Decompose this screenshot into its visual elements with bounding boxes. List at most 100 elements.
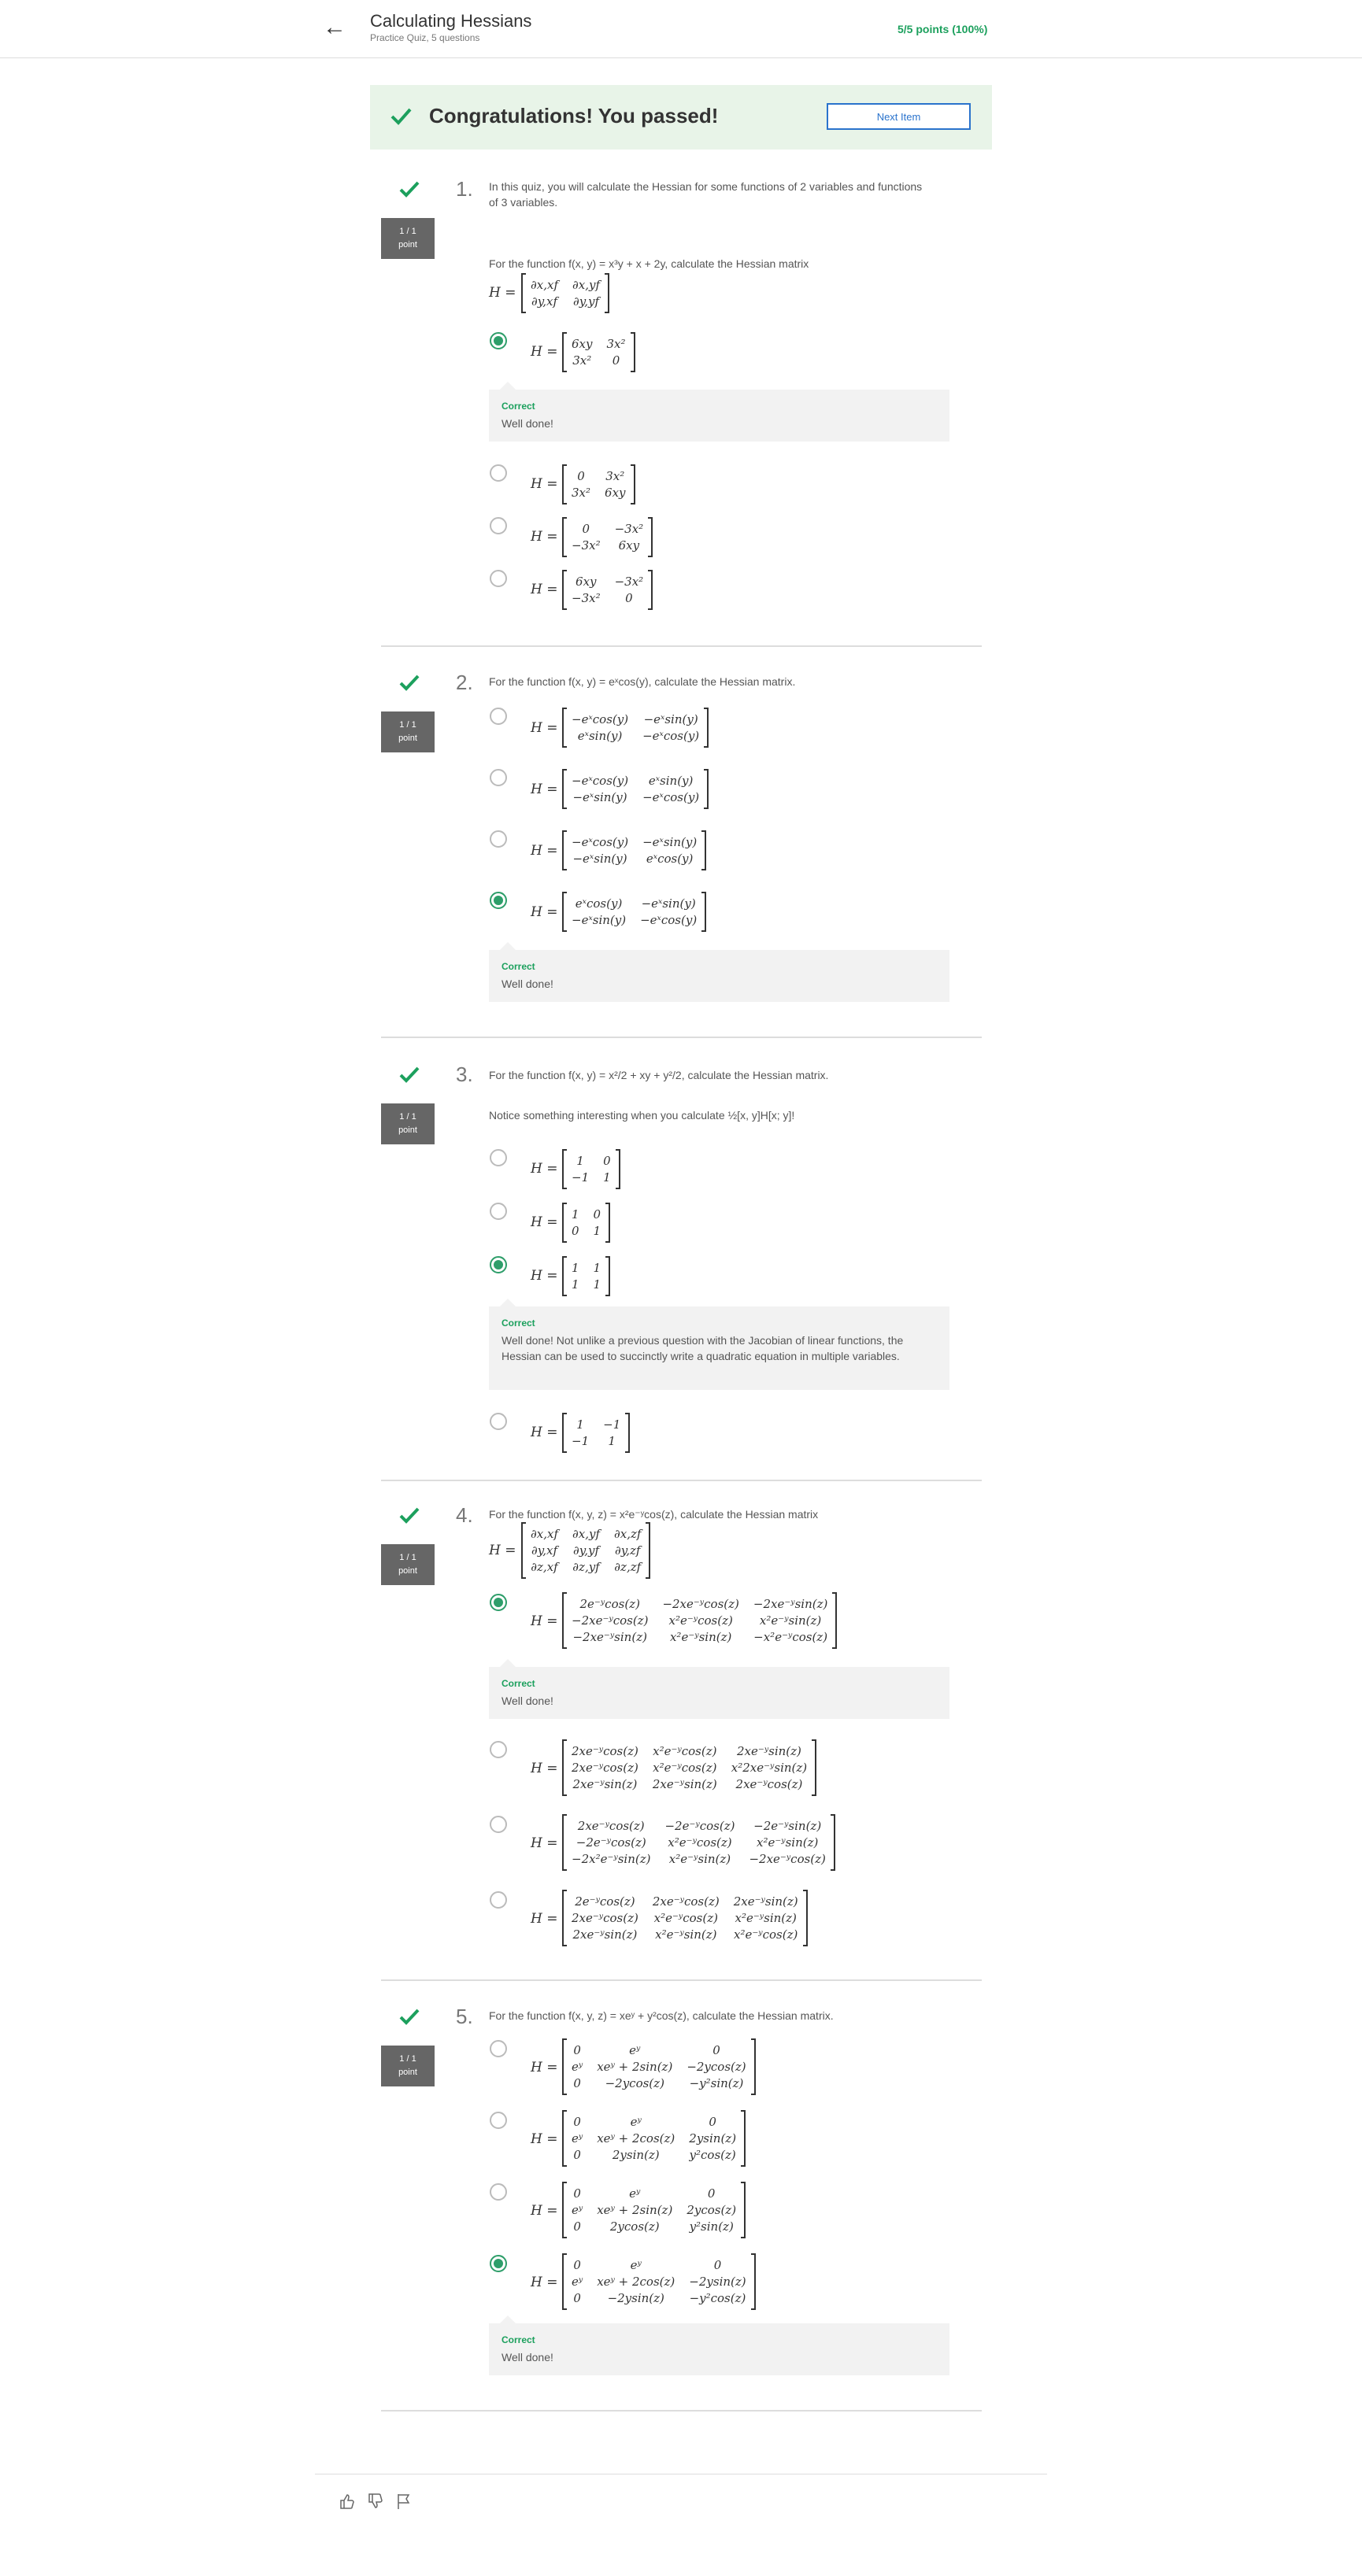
option-1[interactable] xyxy=(490,1594,507,1611)
option-4[interactable] xyxy=(490,1891,507,1909)
feedback-box: Correct Well done! xyxy=(489,2315,949,2375)
option-3[interactable] xyxy=(490,2183,507,2201)
answer-matrix: 0 eʸ 0 eʸ xeʸ + 2sin(z) −2ycos(z) 0 −2ycos(z)… xyxy=(562,2038,756,2095)
option-2[interactable] xyxy=(490,1203,507,1220)
feedback-title: Correct xyxy=(501,1318,535,1329)
feedback-box: Correct Well done! Not unlike a previous… xyxy=(489,1299,949,1390)
answer-matrix: 0 eʸ 0 eʸ xeʸ + 2cos(z) −2ysin(z) 0 −2ysin(z)… xyxy=(562,2253,756,2310)
answer-matrix: 11 11 xyxy=(562,1256,611,1296)
question-intro-line2: of 3 variables. xyxy=(489,196,558,209)
answer-matrix: 0 eʸ 0 eʸ xeʸ + 2cos(z) 2ysin(z) 0 2ysin(z) y²… xyxy=(562,2110,746,2167)
pass-banner: Congratulations! You passed! Next Item xyxy=(370,85,992,150)
question-5: 1 / 1 point 5. For the function f(x, y, z… xyxy=(381,2005,982,2414)
radio-unselected[interactable] xyxy=(490,1203,507,1220)
hessian-label: H = xyxy=(531,782,558,797)
question-prompt: For the function f(x, y) = x²/2 + xy + y… xyxy=(489,1069,829,1081)
answer-matrix: 2xe⁻ʸcos(z) −2e⁻ʸcos(z) −2e⁻ʸsin(z) −2e⁻ʸc… xyxy=(562,1814,835,1871)
option-3[interactable] xyxy=(490,1256,507,1273)
next-item-button[interactable]: Next Item xyxy=(827,103,971,130)
hessian-label: H = xyxy=(531,2203,558,2219)
answer-matrix: 10 01 xyxy=(562,1203,611,1243)
divider xyxy=(381,1480,982,1481)
hessian-label: H = xyxy=(531,1214,558,1230)
hessian-label: H = xyxy=(531,1835,558,1851)
flag-icon[interactable] xyxy=(395,2493,413,2510)
feedback-text: Well done! Not unlike a previous questio… xyxy=(501,1334,904,1362)
question-2: 1 / 1 point 2. For the function f(x, y) =… xyxy=(381,671,982,1040)
hessian-label: H = xyxy=(489,1543,516,1558)
hessian-definition: ∂x,xf ∂x,yf ∂x,zf ∂y,xf ∂y,yf ∂y,zf ∂z,xf ∂z,… xyxy=(521,1522,651,1579)
radio-unselected[interactable] xyxy=(490,464,507,482)
answer-matrix: 10 −1 1 xyxy=(562,1149,620,1189)
answer-matrix: 1 −1 −1 1 xyxy=(562,1413,631,1453)
radio-unselected[interactable] xyxy=(490,1816,507,1833)
option-1[interactable] xyxy=(490,2040,507,2057)
radio-unselected[interactable] xyxy=(490,1891,507,1909)
option-1[interactable] xyxy=(490,332,507,349)
radio-unselected[interactable] xyxy=(490,769,507,786)
feedback-text: Well done! xyxy=(501,978,553,990)
radio-unselected[interactable] xyxy=(490,2112,507,2129)
arrow-left-icon: ← xyxy=(323,14,346,40)
top-bar: ← Calculating Hessians Practice Quiz, 5 … xyxy=(0,0,1362,58)
option-2[interactable] xyxy=(490,464,507,482)
radio-unselected[interactable] xyxy=(490,1149,507,1166)
option-2[interactable] xyxy=(490,2112,507,2129)
option-3[interactable] xyxy=(490,517,507,534)
divider xyxy=(381,1979,982,1981)
question-1: 1 / 1 point 1. In this quiz, you will cal… xyxy=(381,177,982,649)
feedback-title: Correct xyxy=(501,1678,535,1689)
radio-unselected[interactable] xyxy=(490,2040,507,2057)
radio-selected[interactable] xyxy=(490,1256,507,1273)
answer-matrix: 0 3x² 3x² 6xy xyxy=(562,464,635,504)
divider xyxy=(381,645,982,647)
hessian-label: H = xyxy=(531,904,558,920)
answer-matrix: 6xy 3x² 3x² 0 xyxy=(562,332,635,372)
option-4[interactable] xyxy=(490,570,507,587)
option-2[interactable] xyxy=(490,769,507,786)
divider xyxy=(381,2410,982,2412)
option-4[interactable] xyxy=(490,1413,507,1430)
option-1[interactable] xyxy=(490,1149,507,1166)
points-badge: 1 / 1 point xyxy=(381,2046,435,2086)
check-icon xyxy=(399,181,420,198)
back-button[interactable]: ← xyxy=(321,14,348,41)
thumbs-down-icon[interactable] xyxy=(367,2493,384,2510)
hessian-label: H = xyxy=(531,1761,558,1776)
quiz-title: Calculating Hessians xyxy=(370,11,532,31)
option-4[interactable] xyxy=(490,892,507,909)
question-number: 4. xyxy=(456,1503,473,1527)
hessian-label: H = xyxy=(531,843,558,859)
thumbs-up-icon[interactable] xyxy=(339,2493,356,2510)
answer-matrix: 0 eʸ 0 eʸ xeʸ + 2sin(z) 2ycos(z) 0 2ycos(z) y²… xyxy=(562,2182,746,2238)
answer-matrix: −eˣcos(y) eˣsin(y) −eˣsin(y) −eˣcos(y) xyxy=(562,769,709,809)
radio-unselected[interactable] xyxy=(490,830,507,848)
hessian-label: H = xyxy=(531,1161,558,1177)
option-1[interactable] xyxy=(490,708,507,725)
hessian-label: H = xyxy=(531,2275,558,2290)
option-2[interactable] xyxy=(490,1741,507,1758)
radio-unselected[interactable] xyxy=(490,708,507,725)
radio-selected[interactable] xyxy=(490,332,507,349)
radio-unselected[interactable] xyxy=(490,2183,507,2201)
feedback-box: Correct Well done! xyxy=(489,1659,949,1719)
question-3: 1 / 1 point 3. For the function f(x, y) =… xyxy=(381,1063,982,1484)
radio-unselected[interactable] xyxy=(490,1413,507,1430)
radio-unselected[interactable] xyxy=(490,570,507,587)
option-4[interactable] xyxy=(490,2255,507,2272)
radio-unselected[interactable] xyxy=(490,1741,507,1758)
feedback-text: Well done! xyxy=(501,417,553,430)
feedback-title: Correct xyxy=(501,401,535,412)
question-intro: In this quiz, you will calculate the Hes… xyxy=(489,180,923,193)
question-number: 1. xyxy=(456,177,473,201)
pass-message: Congratulations! You passed! xyxy=(429,104,719,128)
option-3[interactable] xyxy=(490,1816,507,1833)
radio-unselected[interactable] xyxy=(490,517,507,534)
check-icon xyxy=(399,2009,420,2025)
feedback-text: Well done! xyxy=(501,2351,553,2363)
radio-selected[interactable] xyxy=(490,1594,507,1611)
option-3[interactable] xyxy=(490,830,507,848)
radio-selected[interactable] xyxy=(490,892,507,909)
answer-matrix: 2e⁻ʸcos(z) 2xe⁻ʸcos(z) 2xe⁻ʸsin(z) 2xe⁻ʸco… xyxy=(562,1890,808,1946)
radio-selected[interactable] xyxy=(490,2255,507,2272)
